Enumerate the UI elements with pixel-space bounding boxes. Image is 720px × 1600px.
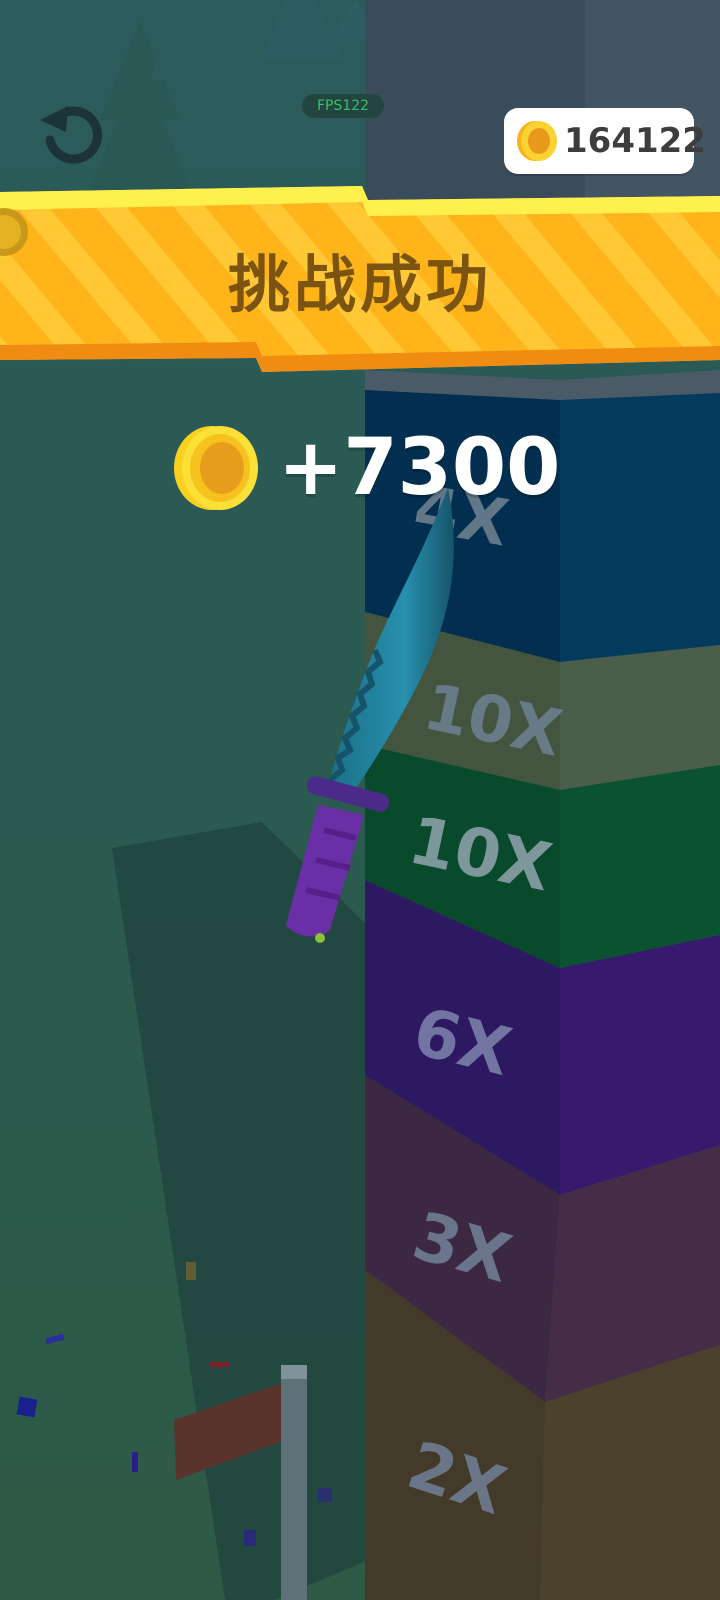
coin-count: 164122 bbox=[564, 121, 706, 161]
gold-coin-icon bbox=[517, 121, 557, 161]
undo-button[interactable] bbox=[34, 100, 106, 164]
fps-counter: FPS122 bbox=[302, 94, 384, 118]
coin-total-box: 164122 bbox=[504, 108, 706, 174]
undo-arrow-icon bbox=[40, 106, 102, 164]
gold-coin-icon bbox=[174, 426, 258, 510]
banner-title: 挑战成功 bbox=[227, 248, 492, 321]
reward-row: +7300 bbox=[170, 420, 570, 516]
reward-amount: +7300 bbox=[278, 423, 561, 513]
